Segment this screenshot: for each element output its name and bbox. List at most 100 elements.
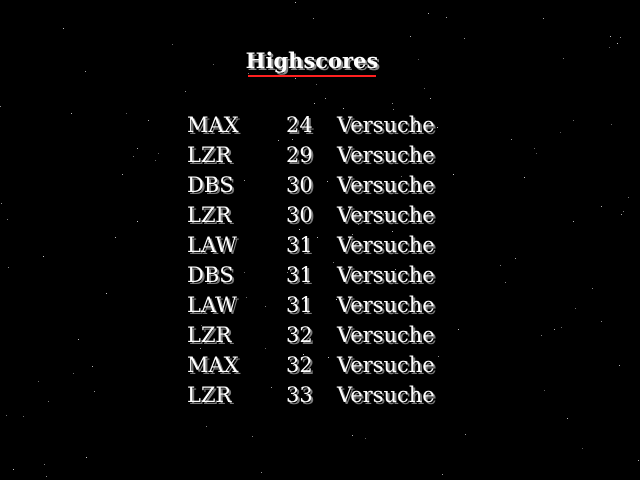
star <box>611 124 612 125</box>
star <box>592 288 593 289</box>
star <box>610 36 611 37</box>
star <box>430 98 431 99</box>
attempt-count: 31 <box>286 293 313 317</box>
star <box>185 91 186 92</box>
player-name: LZR <box>187 143 232 167</box>
star <box>71 113 72 114</box>
star <box>424 88 425 89</box>
star <box>343 108 344 109</box>
star <box>126 113 127 114</box>
star <box>106 293 107 294</box>
attempt-count: 29 <box>286 143 313 167</box>
attempt-count: 32 <box>286 353 313 377</box>
star <box>133 156 134 157</box>
star <box>601 321 602 322</box>
highscore-row: MAX 32 Versuche <box>187 350 447 380</box>
highscore-row: MAX 24 Versuche <box>187 110 447 140</box>
attempts-label: Versuche <box>337 173 435 197</box>
star <box>428 13 429 14</box>
star <box>63 28 64 29</box>
star <box>94 391 95 392</box>
star <box>78 339 79 340</box>
highscore-row: DBS 31 Versuche <box>187 260 447 290</box>
star <box>505 282 506 283</box>
star <box>13 469 14 470</box>
star <box>554 329 555 330</box>
star <box>206 426 207 427</box>
star <box>515 258 516 259</box>
star <box>92 366 93 367</box>
star <box>137 148 138 149</box>
star <box>38 381 39 382</box>
player-name: LAW <box>187 233 237 257</box>
highscore-row: LAW 31 Versuche <box>187 230 447 260</box>
attempts-label: Versuche <box>337 113 435 137</box>
star <box>137 221 138 222</box>
player-name: LZR <box>187 383 232 407</box>
star <box>314 103 315 104</box>
star <box>313 18 314 19</box>
star <box>573 221 574 222</box>
highscore-row: LZR 32 Versuche <box>187 320 447 350</box>
star <box>158 153 159 154</box>
player-name: LZR <box>187 203 232 227</box>
game-screen: Highscores MAX 24 Versuche LZR 29 Versuc… <box>0 0 640 480</box>
star <box>442 474 443 475</box>
attempt-count: 24 <box>286 113 313 137</box>
attempts-label: Versuche <box>337 323 435 347</box>
attempts-label: Versuche <box>337 383 435 407</box>
star <box>122 174 123 175</box>
star <box>561 327 562 328</box>
star <box>560 132 561 133</box>
star <box>410 36 411 37</box>
star <box>365 438 366 439</box>
star <box>465 434 466 435</box>
star <box>511 139 512 140</box>
highscores-title: Highscores <box>245 48 379 73</box>
star <box>464 38 465 39</box>
player-name: LZR <box>187 323 232 347</box>
star <box>6 415 7 416</box>
star <box>172 44 173 45</box>
star <box>316 84 317 85</box>
star <box>115 237 116 238</box>
star <box>623 211 624 212</box>
star <box>44 464 45 465</box>
star <box>352 435 353 436</box>
highscore-row: LZR 33 Versuche <box>187 380 447 410</box>
star <box>48 401 49 402</box>
attempt-count: 31 <box>286 233 313 257</box>
star <box>261 472 262 473</box>
player-name: DBS <box>187 173 234 197</box>
star <box>43 256 44 257</box>
title-underline <box>248 75 376 77</box>
star <box>567 418 568 419</box>
star <box>23 416 24 417</box>
star <box>295 2 296 3</box>
star <box>86 457 87 458</box>
attempts-label: Versuche <box>337 233 435 257</box>
star <box>638 460 639 461</box>
star <box>252 436 253 437</box>
attempts-label: Versuche <box>337 293 435 317</box>
star <box>392 103 393 104</box>
player-name: DBS <box>187 263 234 287</box>
star <box>575 308 576 309</box>
star <box>619 365 620 366</box>
star <box>534 148 535 149</box>
highscore-table: MAX 24 Versuche LZR 29 Versuche DBS 30 V… <box>187 110 447 410</box>
star <box>620 37 621 38</box>
attempt-count: 30 <box>286 173 313 197</box>
star <box>248 73 249 74</box>
star <box>628 197 629 198</box>
highscore-row: LAW 31 Versuche <box>187 290 447 320</box>
star <box>8 267 9 268</box>
star <box>541 335 542 336</box>
player-name: MAX <box>187 113 239 137</box>
star <box>325 98 326 99</box>
star <box>7 219 8 220</box>
star <box>524 177 525 178</box>
highscore-row: LZR 29 Versuche <box>187 140 447 170</box>
star <box>458 329 459 330</box>
star <box>446 17 447 18</box>
